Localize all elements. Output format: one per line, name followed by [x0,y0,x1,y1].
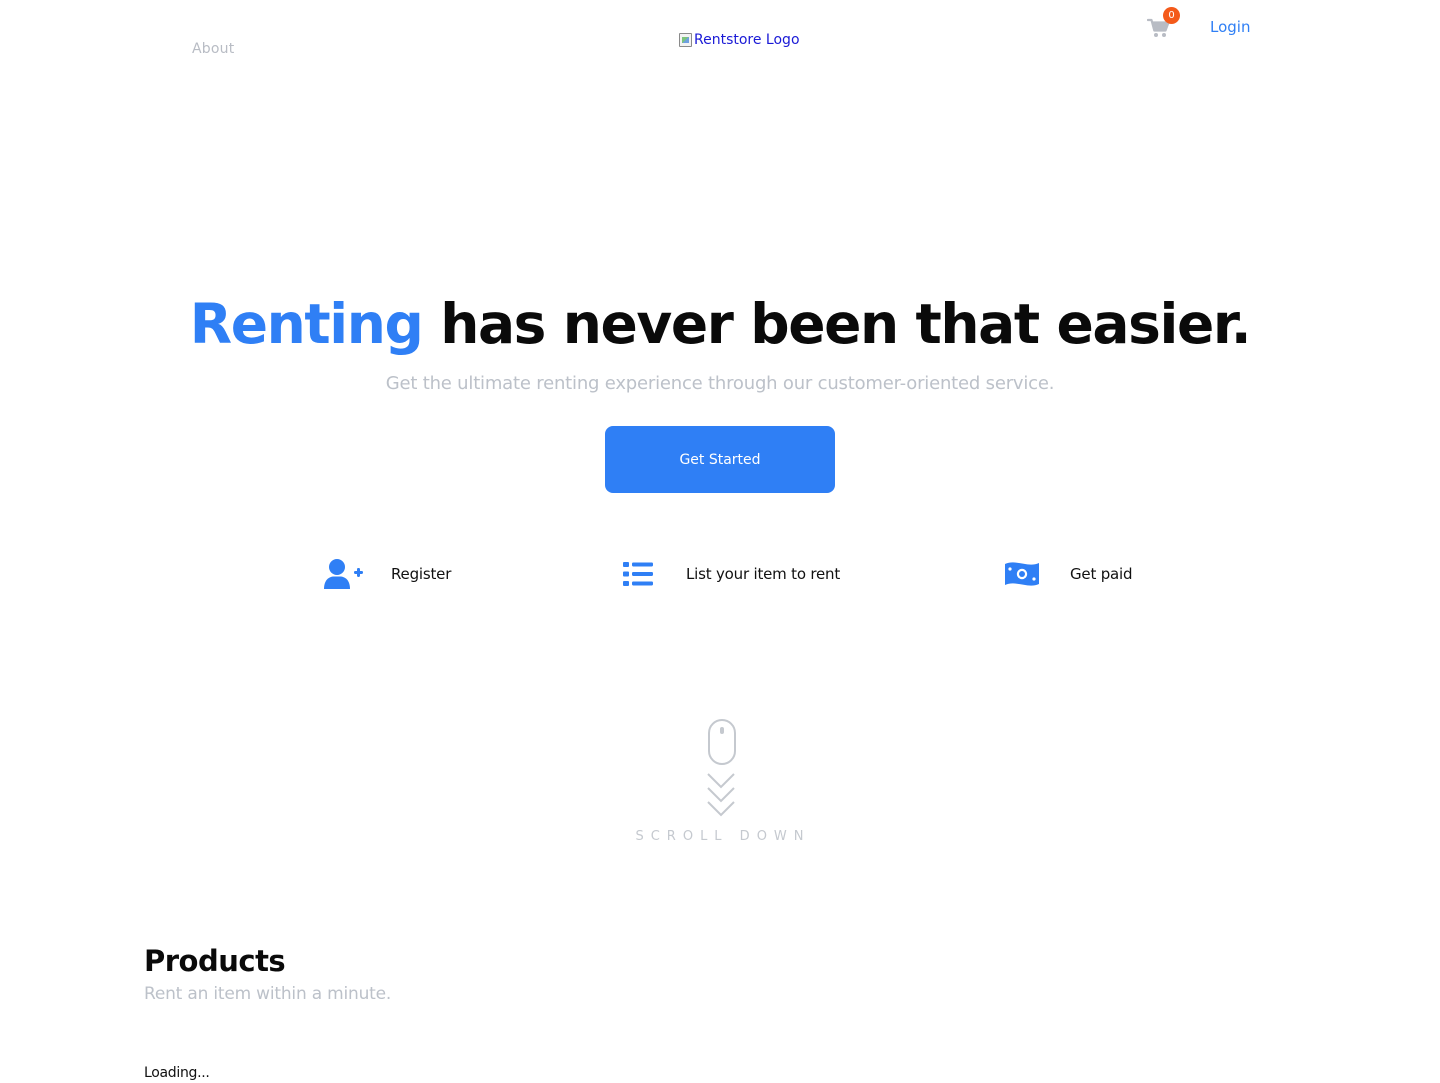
user-plus-icon [324,559,363,589]
step-list-item: List your item to rent [623,556,840,592]
logo[interactable]: Rentstore Logo [679,32,800,48]
products-subtitle: Rent an item within a minute. [144,984,392,1004]
nav-about-link[interactable]: About [192,41,234,57]
mouse-icon[interactable] [708,719,736,765]
logo-alt-text: Rentstore Logo [694,32,800,48]
cart-count-badge: 0 [1163,7,1180,24]
chevrons-down-icon [707,773,735,817]
hero-subtitle: Get the ultimate renting experience thro… [385,373,1055,394]
money-bill-icon [1005,562,1039,586]
step-label: Get paid [1070,565,1133,583]
get-started-button[interactable]: Get Started [605,426,835,493]
step-label: Register [391,565,452,583]
step-label: List your item to rent [686,565,841,583]
step-get-paid: Get paid [1004,556,1133,592]
scroll-down-label: SCROLL DOWN [635,829,811,844]
list-icon [623,562,653,586]
broken-image-icon [679,33,692,47]
login-link[interactable]: Login [1210,18,1250,36]
site-header: About Rentstore Logo 0 Login [0,0,1440,80]
products-heading: Products [144,944,286,978]
hero-title-accent: Renting [189,292,424,356]
step-register: Register [324,556,451,592]
products-loading-status: Loading... [144,1065,210,1081]
hero-title: Renting has never been that easier. [0,292,1440,356]
hero-title-rest: has never been that easier. [422,292,1251,356]
